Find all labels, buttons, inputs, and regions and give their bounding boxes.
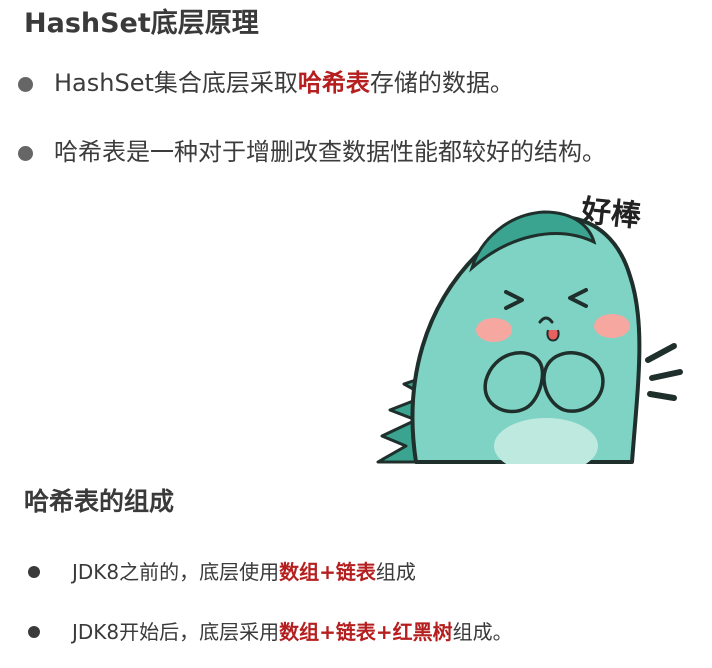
list-item-text: JDK8之前的，底层使用数组+链表组成 <box>72 560 416 584</box>
dino-cheek <box>476 318 512 342</box>
dino-cheek <box>594 314 630 338</box>
bullet-text: HashSet集合底层采取哈希表存储的数据。 <box>54 69 514 97</box>
motion-lines-icon <box>645 343 683 401</box>
bullet-dot-icon <box>18 146 33 161</box>
highlight-text: 哈希表 <box>297 69 370 97</box>
dino-hand-right <box>542 351 605 413</box>
section-heading: 哈希表的组成 <box>24 487 175 516</box>
highlight-text: 数组+链表+红黑树 <box>279 620 453 644</box>
bullet-dot-icon <box>18 77 33 92</box>
bullet-dot-icon <box>28 626 40 638</box>
bullet-dot-icon <box>28 566 40 578</box>
bullet-text: 哈希表是一种对于增删改查数据性能都较好的结构。 <box>54 138 606 166</box>
dinosaur-sticker-image: 好棒 <box>376 193 683 464</box>
dino-tongue <box>546 329 560 342</box>
page-title: HashSet底层原理 <box>24 8 259 39</box>
highlight-text: 数组+链表 <box>279 560 376 584</box>
list-item-text: JDK8开始后，底层采用数组+链表+红黑树组成。 <box>72 620 513 644</box>
